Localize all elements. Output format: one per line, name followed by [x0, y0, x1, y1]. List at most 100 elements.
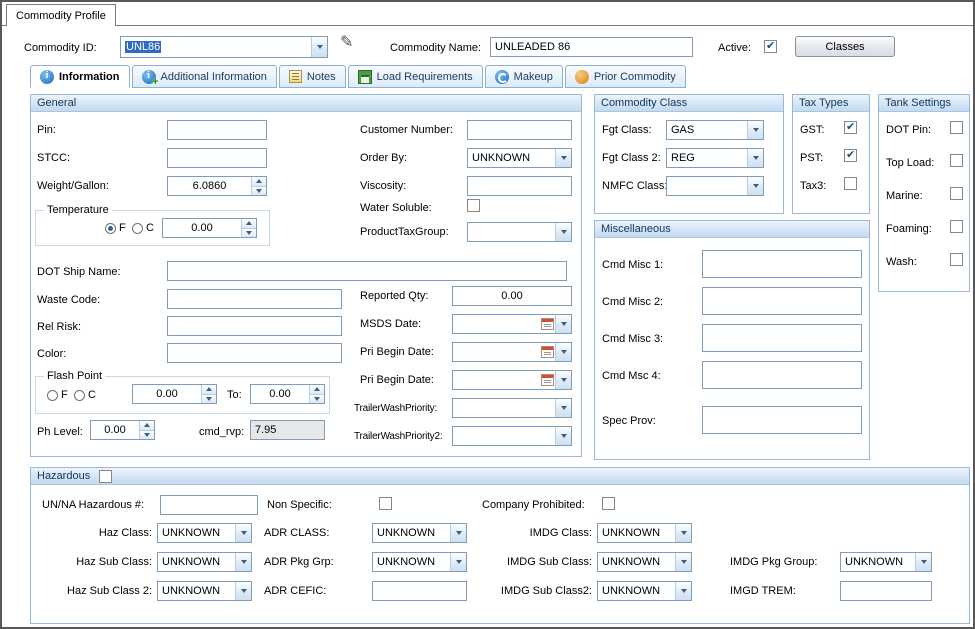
- non-specific-checkbox[interactable]: [379, 497, 392, 510]
- chevron-down-icon[interactable]: [915, 553, 931, 571]
- flash-point-from-stepper[interactable]: 0.00: [132, 384, 217, 404]
- chevron-down-icon[interactable]: [555, 315, 571, 333]
- imdg-sub-class2-combo[interactable]: UNKNOWN: [597, 581, 692, 601]
- spec-prov-input[interactable]: [702, 406, 862, 434]
- chevron-down-icon[interactable]: [555, 343, 571, 361]
- spin-down-button[interactable]: [252, 187, 266, 196]
- temperature-c-radio[interactable]: [132, 223, 143, 234]
- prior-commodity-icon: [575, 70, 589, 84]
- marine-checkbox[interactable]: [950, 187, 963, 200]
- flash-point-f-radio[interactable]: [47, 390, 58, 401]
- spin-up-button[interactable]: [310, 385, 324, 395]
- haz-class-combo[interactable]: UNKNOWN: [157, 523, 252, 543]
- cmd-msc4-input[interactable]: [702, 361, 862, 389]
- temperature-stepper[interactable]: 0.00: [162, 218, 257, 238]
- color-input[interactable]: [167, 343, 342, 363]
- chevron-down-icon[interactable]: [450, 553, 466, 571]
- spin-up-button[interactable]: [140, 421, 154, 431]
- gst-checkbox[interactable]: [844, 121, 857, 134]
- customer-number-input[interactable]: [467, 120, 572, 140]
- dot-pin-checkbox[interactable]: [950, 121, 963, 134]
- cmd-misc1-input[interactable]: [702, 250, 862, 278]
- adr-pkg-grp-combo[interactable]: UNKNOWN: [372, 552, 467, 572]
- pri-begin-date2-picker[interactable]: [452, 370, 572, 390]
- rel-risk-input[interactable]: [167, 316, 342, 336]
- nmfc-class-combo[interactable]: [666, 176, 764, 196]
- haz-sub-class2-combo[interactable]: UNKNOWN: [157, 581, 252, 601]
- chevron-down-icon[interactable]: [450, 524, 466, 542]
- chevron-down-icon[interactable]: [747, 149, 763, 167]
- pri-begin-date-picker[interactable]: [452, 342, 572, 362]
- trailer-wash-priority2-combo[interactable]: [452, 426, 572, 446]
- chevron-down-icon[interactable]: [675, 582, 691, 600]
- imdg-pkg-group-combo[interactable]: UNKNOWN: [840, 552, 932, 572]
- cmd-misc3-input[interactable]: [702, 324, 862, 352]
- flash-point-to-stepper[interactable]: 0.00: [250, 384, 325, 404]
- spin-down-button[interactable]: [140, 431, 154, 440]
- foaming-checkbox[interactable]: [950, 220, 963, 233]
- weight-gallon-stepper[interactable]: 6.0860: [167, 176, 267, 196]
- company-prohibited-checkbox[interactable]: [602, 497, 615, 510]
- chevron-down-icon[interactable]: [747, 121, 763, 139]
- adr-cefic-input[interactable]: [372, 581, 467, 601]
- stcc-input[interactable]: [167, 148, 267, 168]
- spin-down-button[interactable]: [242, 229, 256, 238]
- tab-information[interactable]: Information: [30, 65, 130, 88]
- un-na-hazardous-input[interactable]: [160, 495, 258, 515]
- flash-point-c-radio[interactable]: [74, 390, 85, 401]
- hazardous-checkbox[interactable]: [99, 470, 112, 483]
- doc-tab-commodity-profile[interactable]: Commodity Profile: [6, 4, 116, 26]
- chevron-down-icon[interactable]: [747, 177, 763, 195]
- imdg-sub-class-combo[interactable]: UNKNOWN: [597, 552, 692, 572]
- classes-button[interactable]: Classes: [795, 36, 895, 57]
- tab-additional-information[interactable]: Additional Information: [132, 65, 277, 88]
- trailer-wash-priority-combo[interactable]: [452, 398, 572, 418]
- fgt-class2-combo[interactable]: REG: [666, 148, 764, 168]
- ph-level-stepper[interactable]: 0.00: [90, 420, 155, 440]
- chevron-down-icon[interactable]: [555, 371, 571, 389]
- product-tax-group-combo[interactable]: [467, 222, 572, 242]
- spin-down-button[interactable]: [202, 395, 216, 404]
- chevron-down-icon[interactable]: [235, 553, 251, 571]
- wash-checkbox[interactable]: [950, 253, 963, 266]
- dot-ship-name-input[interactable]: [167, 261, 567, 281]
- chevron-down-icon[interactable]: [555, 399, 571, 417]
- chevron-down-icon[interactable]: [555, 149, 571, 167]
- commodity-id-combo[interactable]: UNL86: [120, 36, 328, 58]
- chevron-down-icon[interactable]: [675, 524, 691, 542]
- active-checkbox[interactable]: [764, 40, 777, 53]
- chevron-down-icon[interactable]: [555, 223, 571, 241]
- msds-date-picker[interactable]: [452, 314, 572, 334]
- spin-up-button[interactable]: [242, 219, 256, 229]
- spin-up-button[interactable]: [252, 177, 266, 187]
- order-by-combo[interactable]: UNKNOWN: [467, 148, 572, 168]
- chevron-down-icon[interactable]: [235, 582, 251, 600]
- edit-pencil-icon[interactable]: ✎: [340, 35, 353, 51]
- spin-down-button[interactable]: [310, 395, 324, 404]
- adr-class-combo[interactable]: UNKNOWN: [372, 523, 467, 543]
- waste-code-input[interactable]: [167, 289, 342, 309]
- pst-checkbox[interactable]: [844, 149, 857, 162]
- spin-up-button[interactable]: [202, 385, 216, 395]
- haz-sub-class-combo[interactable]: UNKNOWN: [157, 552, 252, 572]
- imgd-trem-input[interactable]: [840, 581, 932, 601]
- chevron-down-icon[interactable]: [675, 553, 691, 571]
- fgt-class-combo[interactable]: GAS: [666, 120, 764, 140]
- tab-prior-commodity[interactable]: Prior Commodity: [565, 65, 686, 88]
- top-load-checkbox[interactable]: [950, 154, 963, 167]
- chevron-down-icon[interactable]: [311, 37, 327, 57]
- reported-qty-input[interactable]: [452, 286, 572, 306]
- commodity-name-input[interactable]: [490, 37, 693, 57]
- chevron-down-icon[interactable]: [235, 524, 251, 542]
- water-soluble-checkbox[interactable]: [467, 199, 480, 212]
- tab-notes[interactable]: Notes: [279, 65, 346, 88]
- viscosity-input[interactable]: [467, 176, 572, 196]
- tab-makeup[interactable]: Makeup: [485, 65, 563, 88]
- chevron-down-icon[interactable]: [555, 427, 571, 445]
- imdg-class-combo[interactable]: UNKNOWN: [597, 523, 692, 543]
- temperature-f-radio[interactable]: [105, 223, 116, 234]
- cmd-misc2-input[interactable]: [702, 287, 862, 315]
- tab-load-requirements[interactable]: Load Requirements: [348, 65, 483, 88]
- pin-input[interactable]: [167, 120, 267, 140]
- tax3-checkbox[interactable]: [844, 177, 857, 190]
